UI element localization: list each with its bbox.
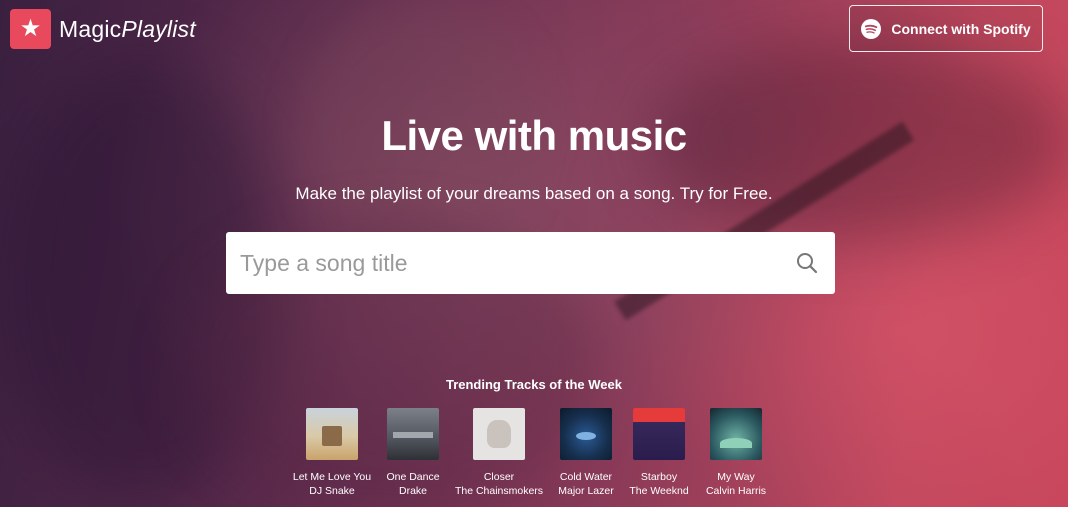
track-title: My Way: [717, 471, 755, 483]
album-cover: [387, 408, 439, 460]
trending-heading: Trending Tracks of the Week: [445, 377, 623, 392]
spotify-icon: [861, 18, 882, 39]
page-title: Live with music: [381, 112, 687, 159]
album-cover: [473, 408, 525, 460]
song-search-input[interactable]: [226, 232, 795, 294]
album-cover: [710, 408, 762, 460]
search-icon[interactable]: [795, 251, 819, 275]
connect-spotify-button[interactable]: Connect with Spotify: [849, 5, 1043, 52]
logo[interactable]: ★ MagicPlaylist: [10, 9, 196, 49]
top-bar: ★ MagicPlaylist Connect with Spotify: [0, 0, 1068, 60]
track-artist: Calvin Harris: [705, 485, 767, 497]
hero-subtitle: Make the playlist of your dreams based o…: [295, 184, 773, 203]
album-cover: [306, 408, 358, 460]
star-icon: ★: [10, 9, 51, 49]
search-bar: [226, 232, 835, 294]
trending-track[interactable]: My Way Calvin Harris: [676, 408, 796, 498]
connect-spotify-label: Connect with Spotify: [891, 20, 1031, 37]
logo-wordmark: MagicPlaylist: [59, 15, 196, 42]
